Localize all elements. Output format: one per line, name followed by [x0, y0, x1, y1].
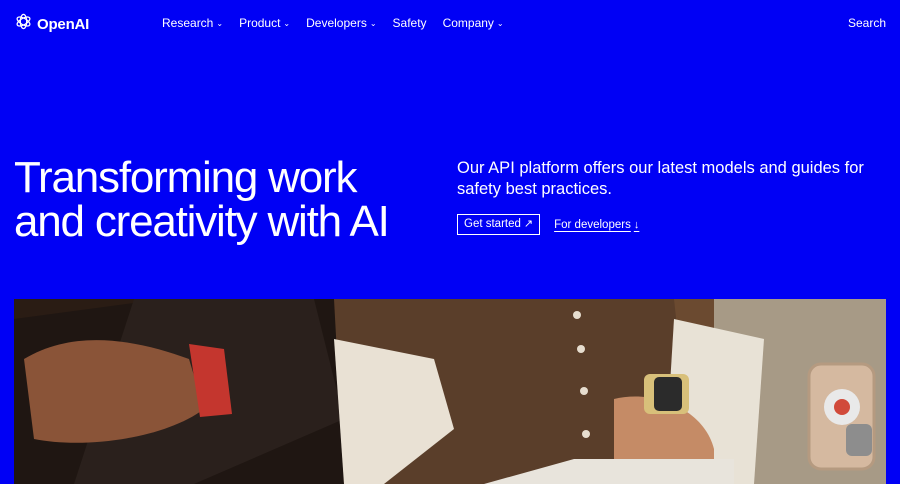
get-started-label: Get started — [464, 218, 521, 230]
nav-item-company[interactable]: Company ⌄ — [443, 16, 504, 30]
hero-intro: Our API platform offers our latest model… — [457, 158, 887, 235]
nav-item-label: Company — [442, 16, 494, 30]
nav-item-label: Product — [239, 16, 281, 30]
nav-menu: Research ⌄ Product ⌄ Developers ⌄ Safety… — [162, 16, 504, 30]
arrow-up-right-icon: ↗ — [523, 218, 534, 230]
hero-description: Our API platform offers our latest model… — [457, 159, 864, 198]
for-developers-label: For developers — [554, 218, 631, 231]
arrow-down-icon: ↓ — [633, 218, 640, 231]
chevron-down-icon: ⌄ — [216, 19, 224, 28]
nav-item-research[interactable]: Research ⌄ — [162, 16, 223, 30]
nav-item-label: Safety — [392, 16, 427, 30]
chevron-down-icon: ⌄ — [496, 19, 504, 28]
chevron-down-icon: ⌄ — [283, 19, 291, 28]
nav-item-developers[interactable]: Developers ⌄ — [306, 16, 376, 30]
openai-logo-icon — [14, 12, 33, 36]
nav-item-label: Research — [162, 16, 214, 30]
chevron-down-icon: ⌄ — [369, 19, 377, 28]
cta-row: Get started ↗ For developers ↓ — [457, 214, 887, 235]
top-navigation: OpenAI Research ⌄ Product ⌄ Developers ⌄… — [0, 0, 900, 46]
hero-photo — [14, 299, 886, 484]
logo-text: OpenAI — [37, 15, 90, 33]
openai-logo-link[interactable]: OpenAI — [14, 12, 89, 36]
nav-item-label: Developers — [306, 16, 367, 30]
nav-item-product[interactable]: Product ⌄ — [239, 16, 290, 30]
get-started-button[interactable]: Get started ↗ — [457, 214, 541, 235]
hero-headline: Transforming work and creativity with AI — [14, 153, 390, 246]
nav-item-safety[interactable]: Safety — [393, 16, 427, 30]
for-developers-link[interactable]: For developers ↓ — [554, 219, 639, 231]
search-button[interactable]: Search — [848, 16, 886, 30]
